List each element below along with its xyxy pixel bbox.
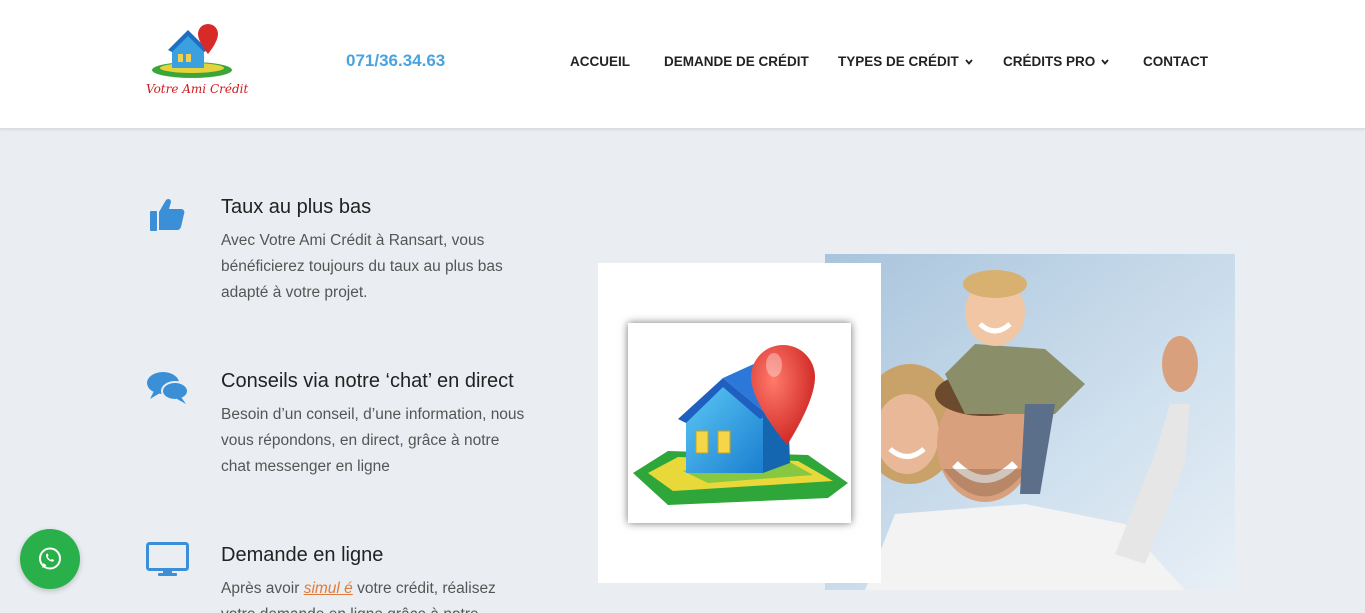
nav-contact[interactable]: CONTACT [1143,54,1208,69]
nav-contact-label: CONTACT [1143,54,1208,69]
site-header: Votre Ami Crédit 071/36.34.63 ACCUEIL DE… [0,0,1365,129]
feature-text-before: Après avoir [221,580,304,597]
whatsapp-icon [39,547,61,570]
feature-title: Demande en ligne [221,544,384,566]
logo-card [598,263,881,583]
chevron-down-icon [1101,58,1109,65]
simulate-link[interactable]: simul é [304,580,353,597]
thumbs-up-icon [150,198,185,231]
chat-bubbles-icon [147,372,189,404]
logo[interactable]: Votre Ami Crédit [144,20,248,100]
feature-title: Taux au plus bas [221,196,372,218]
nav-types-label: TYPES DE CRÉDIT [838,54,959,69]
nav-credits-pro-label: CRÉDITS PRO [1003,54,1096,69]
phone-number[interactable]: 071/36.34.63 [346,51,445,71]
feature-text: Avec Votre Ami Crédit à Ransart, vous bé… [221,232,503,301]
nav-accueil[interactable]: ACCUEIL [570,54,630,69]
nav-demande-de-credit[interactable]: DEMANDE DE CRÉDIT [664,54,809,69]
feature-text: Besoin d’un conseil, d’une information, … [221,406,525,475]
nav-accueil-label: ACCUEIL [570,54,630,69]
feature-text: Après avoir simul é votre crédit, réalis… [221,576,531,613]
nav-credits-pro[interactable]: CRÉDITS PRO [1003,54,1109,69]
house-pin-icon [633,345,848,505]
logo-card-image [628,323,851,523]
logo-text: Votre Ami Crédit [146,82,249,96]
chevron-down-icon [965,58,973,65]
family-photo-image [825,254,1235,590]
nav-demande-label: DEMANDE DE CRÉDIT [664,54,809,69]
whatsapp-button[interactable] [20,529,80,589]
family-photo [825,254,1235,590]
nav-types-de-credit[interactable]: TYPES DE CRÉDIT [838,54,973,69]
house-pin-logo-icon [152,24,232,78]
feature-title: Conseils via notre ‘chat’ en direct [221,370,514,392]
monitor-icon [146,542,189,576]
